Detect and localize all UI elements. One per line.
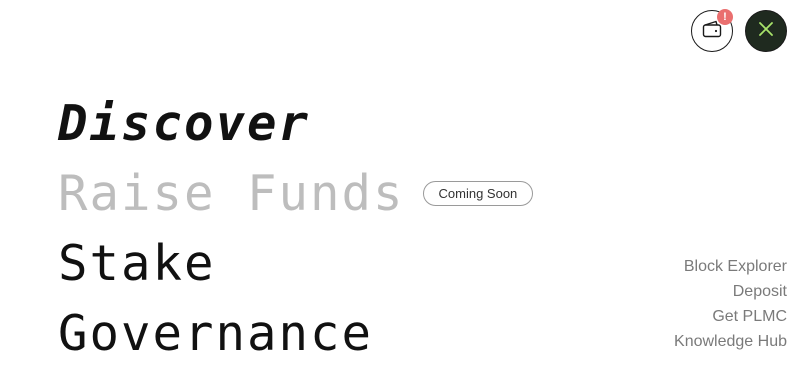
coming-soon-badge: Coming Soon bbox=[422, 180, 534, 206]
nav-item-label: Governance bbox=[58, 304, 374, 362]
nav-item-label: Stake bbox=[58, 234, 216, 292]
wallet-icon bbox=[702, 20, 722, 42]
close-icon bbox=[758, 21, 774, 41]
top-controls: ! bbox=[691, 9, 787, 52]
link-get-plmc[interactable]: Get PLMC bbox=[674, 304, 787, 329]
nav-item-stake[interactable]: Stake bbox=[58, 228, 533, 298]
nav-item-label: Discover bbox=[58, 94, 311, 152]
nav-item-raise-funds[interactable]: Raise Funds Coming Soon bbox=[58, 158, 534, 228]
nav-item-discover[interactable]: Discover bbox=[58, 88, 533, 158]
link-deposit[interactable]: Deposit bbox=[674, 279, 787, 304]
close-button[interactable] bbox=[745, 10, 787, 52]
alert-badge: ! bbox=[717, 9, 733, 25]
wallet-button[interactable]: ! bbox=[691, 9, 733, 52]
footer-links: Block Explorer Deposit Get PLMC Knowledg… bbox=[674, 254, 787, 354]
link-knowledge-hub[interactable]: Knowledge Hub bbox=[674, 329, 787, 354]
nav-item-governance[interactable]: Governance bbox=[58, 298, 533, 368]
link-block-explorer[interactable]: Block Explorer bbox=[674, 254, 787, 279]
main-nav: Discover Raise Funds Coming Soon Stake G… bbox=[58, 88, 534, 368]
nav-item-label: Raise Funds bbox=[58, 164, 405, 222]
